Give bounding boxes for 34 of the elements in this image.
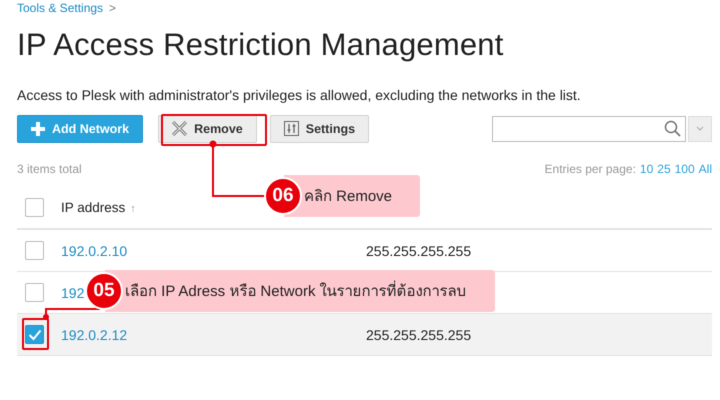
checkbox[interactable] (25, 241, 44, 260)
caret-icon (696, 126, 704, 131)
items-total: 3 items total (17, 162, 82, 178)
search-options-button[interactable] (688, 116, 712, 142)
page-size-link[interactable]: 10 (640, 162, 654, 178)
page-size-link[interactable]: 25 (657, 162, 671, 178)
breadcrumb-separator: > (109, 1, 116, 17)
page-size-link[interactable]: All (698, 162, 712, 178)
page-description: Access to Plesk with administrator's privileges is allowed, excluding the networks in the list. (17, 87, 582, 105)
page-title: IP Access Restriction Management (17, 27, 505, 64)
ip-address-link[interactable]: 192.0.2.10 (61, 242, 128, 258)
search-icon (664, 120, 681, 137)
netmask-cell: 255.255.255.255 (366, 326, 472, 342)
page-size-link[interactable]: 100 (674, 162, 695, 178)
netmask-cell: 255.255.255.255 (366, 242, 472, 258)
breadcrumb-link[interactable]: Tools & Settings (17, 1, 104, 17)
checked-checkbox[interactable] (25, 325, 44, 344)
leader-line (43, 308, 100, 320)
entries-per-page-label: Entries per page: (544, 162, 636, 178)
highlight-frame (22, 318, 49, 350)
settings-button[interactable]: Settings (270, 114, 370, 142)
primary-button[interactable]: Add Network (17, 114, 144, 142)
ip-address-link[interactable]: 192.0.2.12 (61, 326, 128, 342)
select-all-checkbox[interactable] (25, 198, 44, 216)
remove-button[interactable]: Remove (158, 114, 257, 142)
plus-icon (31, 122, 45, 136)
ip-address-link[interactable]: 192 (61, 284, 84, 300)
step-number: 06 (264, 177, 302, 215)
cross-icon (172, 121, 188, 136)
sliders-icon (284, 121, 299, 136)
checkbox[interactable] (25, 283, 44, 302)
search-field[interactable] (492, 116, 686, 142)
column-header[interactable]: IP address ↑ (61, 200, 136, 214)
leader-line (210, 140, 266, 197)
